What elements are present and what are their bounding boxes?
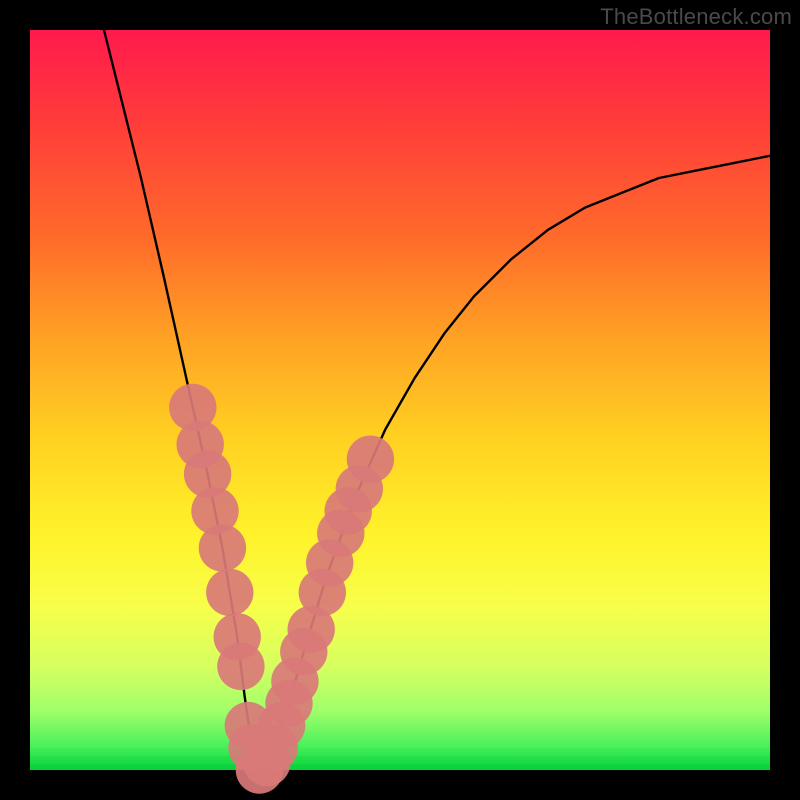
plot-area — [30, 30, 770, 770]
marker-dot — [206, 569, 253, 616]
chart-frame: TheBottleneck.com — [0, 0, 800, 800]
highlighted-points — [169, 384, 394, 794]
marker-dot — [199, 524, 246, 571]
marker-dot — [347, 436, 394, 483]
chart-svg — [30, 30, 770, 770]
watermark-text: TheBottleneck.com — [600, 4, 792, 30]
marker-dot — [217, 643, 264, 690]
